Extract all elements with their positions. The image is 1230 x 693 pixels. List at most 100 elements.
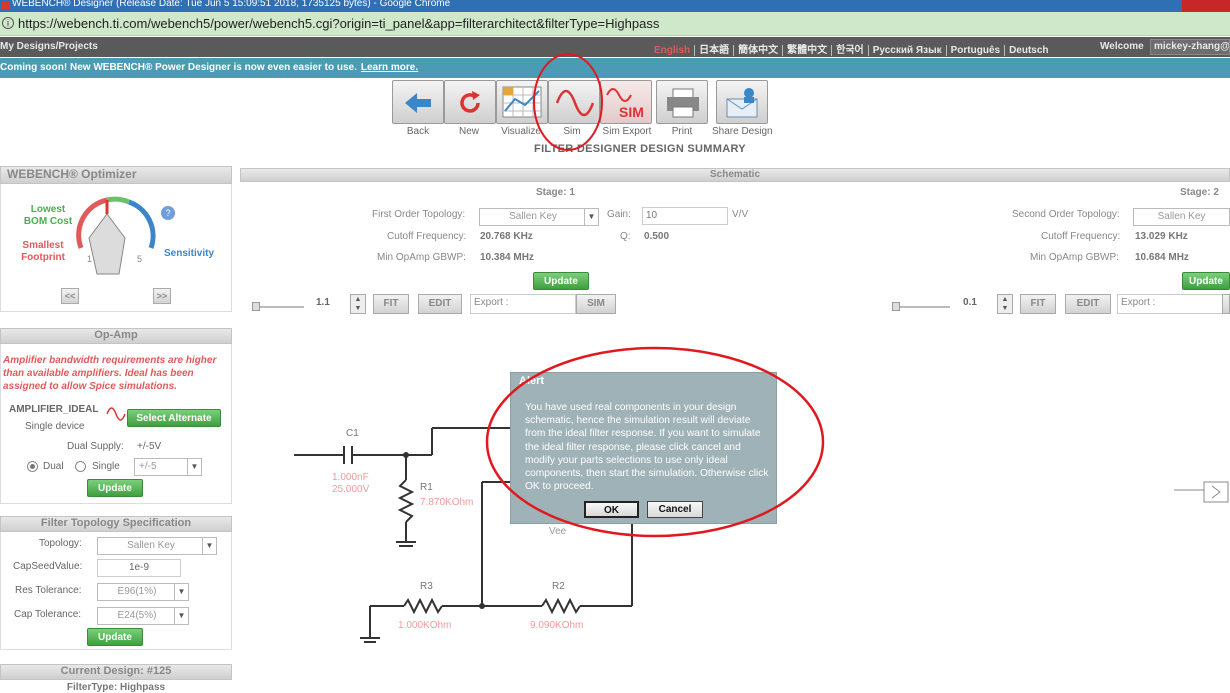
lang-english[interactable]: English: [650, 45, 696, 56]
stage2-zoom-stepper[interactable]: ▲ ▼: [997, 294, 1013, 314]
url-text[interactable]: https://webench.ti.com/webench5/power/we…: [18, 16, 659, 31]
gain-input[interactable]: 10: [642, 207, 728, 225]
lang-russian[interactable]: Русский Язык: [868, 45, 947, 56]
stage1-sim-button[interactable]: SIM: [576, 294, 616, 314]
chrome-app-icon: [1, 1, 10, 10]
q-value: 0.500: [644, 231, 670, 242]
second-order-topology-select[interactable]: Sallen Key: [1133, 208, 1230, 226]
lang-simplified-chinese[interactable]: 簡体中文: [734, 45, 784, 56]
new-label: New: [458, 126, 479, 137]
lang-portuguese[interactable]: Português: [946, 45, 1006, 56]
stage1-update-button[interactable]: Update: [533, 272, 589, 290]
first-order-topology-select[interactable]: Sallen Key ▼: [479, 208, 599, 226]
opamp-update-button[interactable]: Update: [87, 479, 143, 497]
filter-type-label: FilterType: Highpass: [66, 682, 166, 693]
chevron-down-icon: ▼: [174, 584, 188, 600]
lang-german[interactable]: Deutsch: [1005, 45, 1052, 56]
my-designs-link[interactable]: My Designs/Projects: [0, 41, 98, 52]
optimizer-header: WEBENCH® Optimizer: [0, 166, 232, 184]
stage2-edit-button[interactable]: EDIT: [1065, 294, 1111, 314]
design-summary-title: FILTER DESIGNER DESIGN SUMMARY: [534, 143, 746, 155]
c1-value: 1.000nF: [332, 472, 369, 483]
smallest-footprint-label: Smallest Footprint: [21, 240, 65, 263]
back-button[interactable]: [392, 80, 444, 124]
single-radio[interactable]: [75, 461, 86, 472]
share-design-button[interactable]: [716, 80, 768, 124]
lowest-bom-cost-label: Lowest BOM Cost: [23, 204, 73, 227]
stage1-export-field[interactable]: Export :: [470, 294, 576, 314]
chevron-down-icon: ▼: [202, 538, 216, 554]
optimizer-next-button[interactable]: >>: [153, 288, 171, 304]
r3-value: 1.000KOhm: [398, 620, 452, 631]
stage2-sim-button[interactable]: [1222, 294, 1230, 314]
r2-name: R2: [552, 581, 565, 592]
topology-select[interactable]: Sallen Key ▼: [97, 537, 217, 555]
single-radio-label: Single: [92, 461, 120, 472]
address-bar[interactable]: i https://webench.ti.com/webench5/power/…: [0, 12, 1230, 36]
new-button[interactable]: [444, 80, 496, 124]
supply-select[interactable]: +/-5 ▼: [134, 458, 202, 476]
topology-update-button[interactable]: Update: [87, 628, 143, 646]
res-tolerance-label: Res Tolerance:: [15, 585, 82, 596]
window-close-button[interactable]: [1182, 0, 1230, 12]
opamp-part-name: AMPLIFIER_IDEAL: [9, 404, 99, 415]
stage2-label: Stage: 2: [1180, 187, 1219, 198]
gain-label: Gain:: [607, 209, 631, 220]
help-icon[interactable]: ?: [161, 206, 175, 220]
opamp-header: Op-Amp: [0, 328, 232, 344]
cap-tolerance-select[interactable]: E24(5%) ▼: [97, 607, 189, 625]
chevron-down-icon: ▼: [187, 459, 201, 475]
dual-radio[interactable]: [27, 461, 38, 472]
stage1-gbwp-label: Min OpAmp GBWP:: [377, 252, 466, 263]
topology-spec-header: Filter Topology Specification: [0, 516, 232, 532]
refresh-icon: [460, 91, 480, 113]
stage2-update-button[interactable]: Update: [1182, 272, 1230, 290]
lang-traditional-chinese[interactable]: 繁體中文: [783, 45, 833, 56]
q-label: Q:: [620, 231, 631, 242]
learn-more-link[interactable]: Learn more.: [361, 62, 418, 73]
r3-name: R3: [420, 581, 433, 592]
stage1-zoom-stepper[interactable]: ▲ ▼: [350, 294, 366, 314]
dual-radio-label: Dual: [43, 461, 64, 472]
schematic-header: Schematic: [240, 168, 1230, 182]
window-title-bar: WEBENCH® Designer (Release Date: Tue Jun…: [0, 0, 1230, 12]
stage2-fit-button[interactable]: FIT: [1020, 294, 1056, 314]
site-info-icon[interactable]: i: [2, 17, 14, 29]
sensitivity-label: Sensitivity: [164, 248, 215, 259]
stage1-cutoff-label: Cutoff Frequency:: [387, 231, 467, 242]
optimizer-prev-button[interactable]: <<: [61, 288, 79, 304]
notice-bar: Coming soon! New WEBENCH® Power Designer…: [0, 58, 1230, 78]
stage1-cutoff-value: 20.768 KHz: [480, 231, 533, 242]
welcome-label: Welcome: [1100, 41, 1144, 52]
opamp-warning: Amplifier bandwidth requirements are hig…: [3, 355, 217, 392]
share-envelope-icon: [726, 88, 758, 118]
first-order-topology-label: First Order Topology:: [372, 209, 466, 220]
printer-icon: [667, 88, 699, 118]
opamp-device: Single device: [25, 421, 85, 432]
res-tolerance-select[interactable]: E96(1%) ▼: [97, 583, 189, 601]
notice-text: Coming soon! New WEBENCH® Power Designer…: [0, 62, 357, 73]
stage2-zoom-slider[interactable]: [892, 302, 950, 311]
user-account[interactable]: mickey-zhang@: [1150, 39, 1230, 55]
chevron-down-icon: ▼: [174, 608, 188, 624]
topology-label: Topology:: [39, 538, 82, 549]
site-header: My Designs/Projects English 日本語 簡体中文 繁體中文 한국…: [0, 37, 1230, 57]
optimizer-knob[interactable]: [67, 188, 161, 284]
lang-korean[interactable]: 한국어: [832, 45, 869, 56]
stage1-zoom-slider[interactable]: [252, 302, 304, 311]
topology-spec-panel: Topology: Sallen Key ▼ CapSeedValue: 1e-9…: [0, 532, 232, 650]
lang-japanese[interactable]: 日本語: [695, 45, 735, 56]
stage1-fit-button[interactable]: FIT: [373, 294, 409, 314]
stage2-export-field[interactable]: Export :: [1117, 294, 1223, 314]
dialog-annotation-circle: [485, 346, 825, 538]
stage1-edit-button[interactable]: EDIT: [418, 294, 462, 314]
knob-min-label: 1: [87, 254, 93, 264]
screenshot-root: WEBENCH® Designer (Release Date: Tue Jun…: [0, 0, 1230, 693]
select-alternate-button[interactable]: Select Alternate: [127, 409, 221, 427]
second-order-topology-label: Second Order Topology:: [1012, 209, 1120, 220]
r1-value: 7.870KOhm: [420, 497, 474, 508]
print-button[interactable]: [656, 80, 708, 124]
capseed-input[interactable]: 1e-9: [97, 559, 181, 577]
capseed-label: CapSeedValue:: [13, 561, 83, 572]
knob-max-label: 5: [137, 254, 143, 264]
